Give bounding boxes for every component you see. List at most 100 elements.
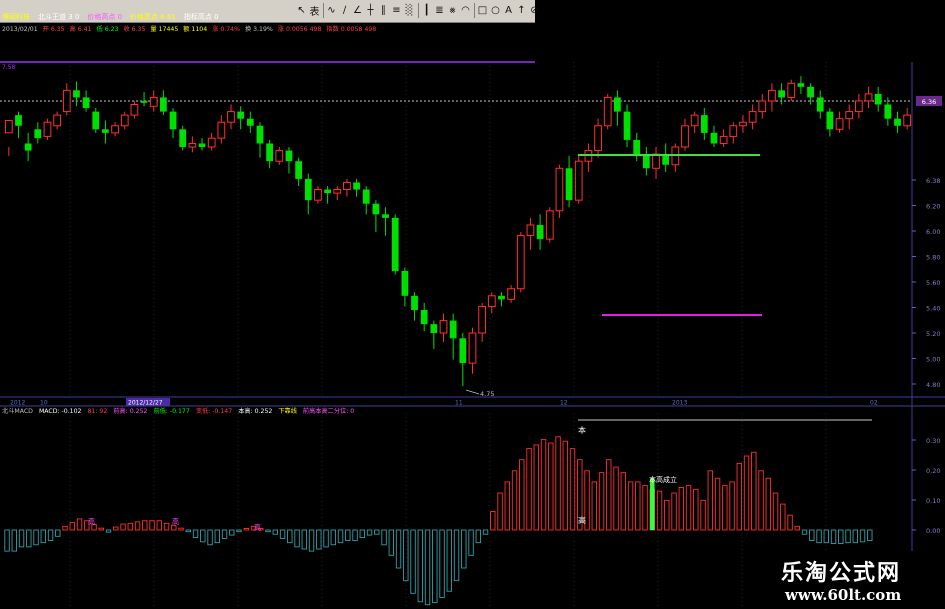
macd-bar bbox=[359, 529, 365, 539]
header-quote-text: 额 1104 bbox=[183, 25, 207, 33]
macd-bar bbox=[714, 477, 721, 531]
header-quote-text: 收 6.35 bbox=[123, 25, 145, 33]
candle-body bbox=[468, 332, 477, 364]
macd-bar bbox=[417, 529, 423, 603]
macd-bar bbox=[635, 481, 641, 531]
macd-header-text: 前低: -0.177 bbox=[153, 407, 189, 415]
macd-bar bbox=[526, 448, 532, 531]
macd-bar bbox=[113, 526, 119, 531]
macd-bar bbox=[69, 522, 75, 531]
candle-body bbox=[275, 150, 284, 162]
candle-body bbox=[15, 115, 22, 126]
macd-bar bbox=[55, 529, 61, 537]
candle-body bbox=[574, 160, 583, 201]
candle-body bbox=[498, 295, 505, 300]
macd-bar bbox=[772, 492, 779, 531]
macd-header-text: 前高: 0.252 bbox=[113, 407, 147, 415]
candle-body bbox=[894, 118, 901, 126]
candle-body bbox=[700, 115, 708, 133]
candle-body bbox=[4, 119, 13, 134]
header-quote-text: 涨 0.74% bbox=[212, 25, 240, 33]
candle-body bbox=[903, 114, 912, 127]
macd-bar bbox=[352, 529, 358, 542]
macd-header-text: 北斗MACD bbox=[2, 407, 33, 415]
candle-body bbox=[353, 182, 360, 190]
macd-bar bbox=[497, 492, 503, 531]
candle-body bbox=[256, 125, 264, 144]
macd-bar bbox=[337, 529, 344, 544]
macd-bar bbox=[127, 522, 133, 531]
macd-bar bbox=[613, 466, 619, 531]
macd-bar bbox=[287, 529, 293, 544]
macd-tick-label: 0.00 bbox=[926, 527, 940, 535]
price-tick-label: 5.80 bbox=[926, 254, 940, 262]
header-info-text: 博闻科技 bbox=[2, 12, 30, 21]
top-price-label: 7.58 bbox=[2, 64, 16, 71]
watermark-url: www.60lt.com bbox=[785, 586, 902, 604]
macd-bar bbox=[424, 529, 431, 606]
macd-bar bbox=[482, 529, 489, 535]
price-tick-label: 5.60 bbox=[926, 279, 940, 287]
watermark: 乐淘公式网 www.60lt.com bbox=[755, 551, 945, 609]
candle-body bbox=[73, 90, 80, 98]
macd-bar bbox=[47, 529, 54, 542]
macd-bar bbox=[787, 514, 793, 531]
macd-bar bbox=[591, 481, 597, 531]
candle-body bbox=[430, 324, 438, 334]
date-label: 2012 bbox=[10, 400, 25, 407]
price-tick-label: 5.00 bbox=[926, 356, 940, 364]
candle-body bbox=[748, 111, 757, 123]
candle-body bbox=[140, 100, 148, 103]
candle-body bbox=[362, 189, 370, 204]
macd-bar bbox=[758, 470, 764, 531]
candle-body bbox=[487, 295, 496, 307]
macd-bar bbox=[468, 529, 474, 556]
macd-bar bbox=[664, 499, 670, 531]
macd-bar bbox=[221, 529, 228, 539]
header-quote-text: 开 6.35 bbox=[43, 26, 65, 33]
low-price-pointer bbox=[465, 389, 480, 395]
macd-bar bbox=[243, 528, 249, 531]
date-label: 02 bbox=[870, 400, 878, 407]
macd-tick-label: 0.30 bbox=[926, 437, 940, 445]
candle-body bbox=[314, 189, 322, 201]
macd-bar bbox=[801, 529, 808, 535]
macd-bar bbox=[395, 529, 402, 569]
price-tick-label: 6.00 bbox=[926, 228, 940, 236]
macd-signal-bar bbox=[650, 478, 655, 530]
macd-tick-label: 0.20 bbox=[926, 467, 940, 475]
header-info-text: 指标高点 0 bbox=[184, 12, 219, 21]
candle-body bbox=[603, 96, 612, 127]
candle-body bbox=[845, 111, 854, 120]
header-info-text: 北斗王道 3 0 bbox=[38, 12, 79, 21]
header-quote-text: 高 6.41 bbox=[70, 25, 92, 33]
candle-body bbox=[623, 111, 631, 140]
price-tick-label: 4.80 bbox=[926, 381, 940, 389]
macd-bar bbox=[838, 529, 844, 544]
small-gao-annotation: 高 bbox=[88, 517, 95, 526]
candle-body bbox=[169, 111, 177, 130]
header-quote-text: 指数 0.0058 498 bbox=[326, 25, 376, 33]
macd-bar bbox=[859, 529, 866, 543]
small-gao-annotation: 高 bbox=[172, 517, 179, 526]
candle-body bbox=[111, 125, 119, 134]
macd-bar bbox=[279, 529, 286, 539]
candle-body bbox=[516, 235, 525, 290]
candle-body bbox=[160, 97, 167, 112]
macd-bar bbox=[867, 529, 873, 542]
macd-bar bbox=[504, 481, 510, 531]
candle-body bbox=[401, 271, 409, 296]
price-tick-label: 6.20 bbox=[926, 203, 940, 211]
macd-bar bbox=[519, 459, 525, 531]
candle-body bbox=[324, 189, 331, 194]
macd-bar bbox=[490, 511, 496, 531]
candle-body bbox=[787, 82, 796, 98]
candle-body bbox=[719, 135, 728, 144]
macd-bar bbox=[432, 529, 438, 604]
candle-body bbox=[343, 181, 351, 191]
macd-bar bbox=[453, 529, 460, 582]
macd-header-text: 下靠线 bbox=[278, 407, 297, 415]
candle-body bbox=[198, 143, 206, 148]
macd-bar bbox=[62, 525, 68, 531]
macd-bar bbox=[11, 529, 17, 552]
